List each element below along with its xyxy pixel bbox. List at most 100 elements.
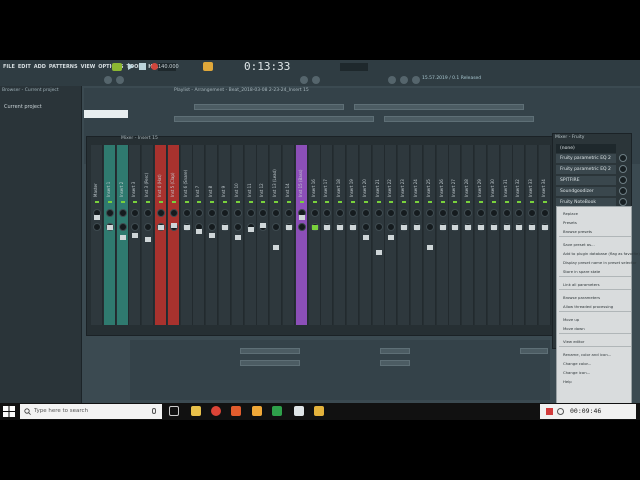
pan-knob[interactable] (413, 209, 421, 217)
stop-icon[interactable] (139, 63, 146, 70)
context-menu-item[interactable]: Display preset name in preset selector (563, 260, 636, 265)
playlist-clip[interactable] (380, 360, 410, 366)
playlist-clip[interactable] (384, 116, 534, 122)
menu-file[interactable]: FILE (3, 64, 15, 70)
mixer-strip[interactable]: Insert 21 (372, 145, 385, 325)
context-menu-item[interactable]: Presets (563, 220, 577, 225)
mixer-strip[interactable]: Inst 11 (244, 145, 257, 325)
mixer-strip-led[interactable] (223, 201, 227, 203)
volume-fader[interactable] (324, 225, 331, 230)
mixer-strip[interactable]: Inst 4 (Hat) (155, 145, 167, 325)
fl-studio-icon[interactable] (252, 406, 262, 416)
fx-slot-2[interactable]: Fruity parametric EQ 2 (556, 165, 616, 174)
context-menu-item[interactable]: Add to plugin database (flag as favorite… (563, 251, 640, 256)
mixer-strip[interactable]: Inst 7 (193, 145, 206, 325)
pan-knob[interactable] (400, 209, 409, 217)
pause-icon[interactable] (557, 408, 564, 415)
mixer-strip-led[interactable] (197, 201, 202, 203)
pan-knob[interactable] (144, 223, 153, 231)
fx-slot-3-toggle[interactable] (619, 176, 627, 184)
pan-knob[interactable] (489, 209, 498, 217)
pan-knob[interactable] (118, 223, 127, 231)
pan-knob[interactable] (259, 209, 268, 217)
mixer-strip-led[interactable] (376, 201, 381, 203)
pan-knob[interactable] (374, 209, 383, 217)
playlist-clip[interactable] (240, 360, 300, 366)
tempo-display[interactable]: 140.000 (158, 63, 179, 71)
mixer-strip-led[interactable] (235, 201, 240, 203)
fx-slot-4[interactable]: Soundgoodizer (556, 187, 616, 196)
volume-fader[interactable] (452, 225, 459, 230)
pan-knob[interactable] (233, 223, 242, 231)
volume-fader[interactable] (516, 225, 523, 230)
pan-knob[interactable] (297, 223, 306, 231)
volume-fader[interactable] (311, 225, 318, 230)
input-selector[interactable]: (none) (556, 144, 616, 153)
mail-icon[interactable] (294, 406, 304, 416)
mixer-strip-led[interactable] (107, 201, 112, 203)
context-menu-item[interactable]: Replace (563, 211, 578, 216)
browser-item-current-project[interactable]: Current project (4, 104, 42, 110)
toolbar-button[interactable] (300, 76, 308, 84)
mixer-strip-led[interactable] (146, 201, 151, 203)
fx-slot-1-toggle[interactable] (619, 154, 627, 162)
playlist-clip[interactable] (240, 348, 300, 354)
volume-fader[interactable] (196, 229, 203, 234)
context-menu-item[interactable]: Store in spare state (563, 269, 600, 274)
fx-slot-2-toggle[interactable] (619, 165, 627, 173)
volume-fader[interactable] (209, 233, 216, 238)
volume-fader[interactable] (158, 225, 164, 230)
pan-knob[interactable] (272, 223, 281, 231)
mixer-strip-led[interactable] (466, 201, 471, 203)
mixer-strip[interactable]: Insert 20 (359, 145, 372, 325)
pan-knob[interactable] (221, 209, 229, 217)
playlist-clip[interactable] (174, 116, 374, 122)
taskbar-search-input[interactable]: Type here to search (20, 404, 162, 419)
mixer-strip-led[interactable] (159, 201, 163, 203)
pan-knob[interactable] (464, 209, 473, 217)
context-menu-item[interactable]: Allow threaded processing (563, 304, 613, 309)
volume-fader[interactable] (401, 225, 408, 230)
menu-view[interactable]: VIEW (81, 64, 96, 70)
context-menu-item[interactable]: Rename, color and icon... (563, 352, 611, 357)
volume-fader[interactable] (119, 235, 126, 240)
windows-start-icon[interactable] (3, 406, 15, 417)
pan-knob[interactable] (515, 209, 524, 217)
toolbar-button[interactable] (412, 76, 420, 84)
menu-edit[interactable]: EDIT (18, 64, 31, 70)
mixer-strip[interactable]: Insert 34 (539, 145, 551, 325)
toolbar-button[interactable] (116, 76, 124, 84)
mixer-strip[interactable]: Master (91, 145, 103, 325)
pan-knob[interactable] (272, 209, 281, 217)
mixer-strip[interactable]: Inst 8 (206, 145, 219, 325)
app-icon[interactable] (314, 406, 324, 416)
mixer-strip-led[interactable] (274, 201, 279, 203)
fx-slot-4-toggle[interactable] (619, 187, 627, 195)
pan-knob[interactable] (285, 209, 293, 217)
microphone-icon[interactable] (152, 408, 156, 414)
mixer-strip-led[interactable] (504, 201, 509, 203)
context-menu-item[interactable]: Browse parameters (563, 295, 600, 300)
playlist-clip[interactable] (194, 104, 344, 110)
mixer-strip-led[interactable] (415, 201, 419, 203)
volume-fader[interactable] (529, 225, 536, 230)
menu-add[interactable]: ADD (34, 64, 46, 70)
pan-knob[interactable] (169, 209, 178, 217)
mixer-strip[interactable]: Insert 31 (500, 145, 513, 325)
task-view-icon[interactable] (169, 406, 179, 416)
pan-knob[interactable] (323, 209, 332, 217)
mixer-strip-led[interactable] (184, 201, 189, 203)
pan-knob[interactable] (131, 209, 140, 217)
pan-knob[interactable] (208, 223, 217, 231)
toolbar-button[interactable] (400, 76, 408, 84)
volume-fader[interactable] (388, 235, 395, 240)
volume-fader[interactable] (414, 225, 420, 230)
volume-fader[interactable] (542, 225, 548, 230)
mixer-strip-led[interactable] (363, 201, 368, 203)
fx-slot-5-toggle[interactable] (619, 198, 627, 206)
mixer-strip[interactable]: Insert 29 (475, 145, 487, 325)
pan-knob[interactable] (157, 209, 165, 217)
volume-fader[interactable] (132, 233, 139, 238)
mixer-strip-led[interactable] (248, 201, 253, 203)
mixer-strip[interactable]: Inst 10 (231, 145, 244, 325)
